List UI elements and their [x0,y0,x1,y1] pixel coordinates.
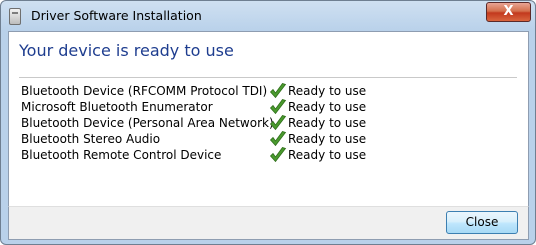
device-row: Bluetooth Stereo Audio Ready to use [21,131,421,148]
device-name: Bluetooth Device (RFCOMM Protocol TDI) [21,84,268,98]
device-name: Microsoft Bluetooth Enumerator [21,100,213,114]
device-name: Bluetooth Device (Personal Area Network) [21,116,274,130]
device-status: Ready to use [288,100,367,114]
dialog-window: Driver Software Installation X Your devi… [0,0,536,245]
device-name: Bluetooth Remote Control Device [21,148,222,162]
device-status: Ready to use [288,132,367,146]
divider [19,77,517,78]
device-status: Ready to use [288,84,367,98]
driver-icon [9,8,21,25]
device-status: Ready to use [288,148,367,162]
device-row: Microsoft Bluetooth Enumerator Ready to … [21,99,421,116]
title-bar[interactable]: Driver Software Installation X [1,1,535,31]
device-row: Bluetooth Remote Control Device Ready to… [21,147,421,164]
device-row: Bluetooth Device (RFCOMM Protocol TDI) R… [21,83,421,100]
device-name: Bluetooth Stereo Audio [21,132,161,146]
device-row: Bluetooth Device (Personal Area Network)… [21,115,421,132]
window-close-button[interactable]: X [486,2,531,22]
device-status: Ready to use [288,116,367,130]
check-icon [269,147,287,163]
button-bar: Close [8,206,529,240]
window-title: Driver Software Installation [31,8,202,23]
content-panel: Your device is ready to use Bluetooth De… [8,31,529,207]
close-button[interactable]: Close [446,211,518,234]
page-title: Your device is ready to use [19,41,234,60]
